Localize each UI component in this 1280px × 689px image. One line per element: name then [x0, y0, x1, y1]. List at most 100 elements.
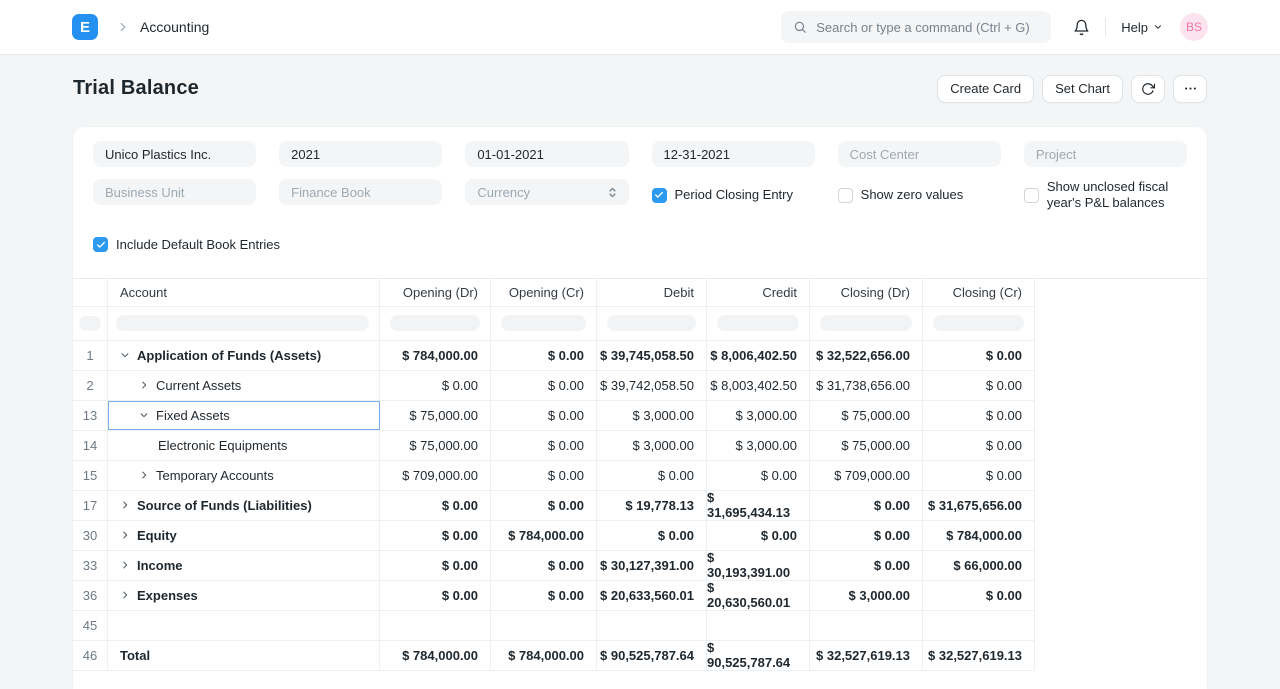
account-cell[interactable]: Total	[108, 641, 380, 670]
value-cell[interactable]: $ 0.00	[380, 371, 491, 400]
value-cell[interactable]: $ 90,525,787.64	[707, 641, 810, 670]
value-cell[interactable]: $ 0.00	[380, 581, 491, 610]
value-cell[interactable]: $ 3,000.00	[597, 401, 707, 430]
checkbox-box-icon[interactable]	[838, 188, 853, 203]
column-filter-input[interactable]	[933, 315, 1024, 331]
value-cell[interactable]: $ 31,675,656.00	[923, 491, 1035, 520]
column-filter-input[interactable]	[820, 315, 912, 331]
column-header-closing-dr-[interactable]: Closing (Dr)	[810, 279, 923, 306]
column-filter-input[interactable]	[607, 315, 696, 331]
column-filter-input[interactable]	[116, 315, 369, 331]
column-filter-input[interactable]	[501, 315, 586, 331]
value-cell[interactable]: $ 0.00	[707, 521, 810, 550]
account-cell[interactable]: Expenses	[108, 581, 380, 610]
value-cell[interactable]: $ 784,000.00	[491, 521, 597, 550]
column-filter-input[interactable]	[79, 316, 101, 331]
help-dropdown[interactable]: Help	[1121, 20, 1163, 35]
notifications-button[interactable]	[1073, 19, 1090, 36]
account-cell[interactable]: Temporary Accounts	[108, 461, 380, 490]
currency-filter-select[interactable]: Currency	[465, 179, 628, 205]
from-date-filter-input[interactable]: 01-01-2021	[465, 141, 628, 167]
value-cell[interactable]: $ 0.00	[923, 461, 1035, 490]
value-cell[interactable]: $ 0.00	[810, 491, 923, 520]
value-cell[interactable]: $ 32,527,619.13	[810, 641, 923, 670]
value-cell[interactable]: $ 19,778.13	[597, 491, 707, 520]
value-cell[interactable]: $ 30,193,391.00	[707, 551, 810, 580]
business-unit-filter-input[interactable]: Business Unit	[93, 179, 256, 205]
value-cell[interactable]: $ 8,006,402.50	[707, 341, 810, 370]
account-cell[interactable]: Application of Funds (Assets)	[108, 341, 380, 370]
value-cell[interactable]: $ 75,000.00	[380, 431, 491, 460]
column-header-opening-dr-[interactable]: Opening (Dr)	[380, 279, 491, 306]
value-cell[interactable]: $ 0.00	[810, 551, 923, 580]
chevron-right-icon[interactable]	[120, 560, 130, 570]
show-zero-values-checkbox[interactable]: Show zero values	[838, 179, 1001, 212]
value-cell[interactable]: $ 784,000.00	[923, 521, 1035, 550]
menu-button[interactable]	[1173, 75, 1207, 103]
value-cell[interactable]: $ 0.00	[810, 521, 923, 550]
to-date-filter-input[interactable]: 12-31-2021	[652, 141, 815, 167]
value-cell[interactable]: $ 75,000.00	[810, 401, 923, 430]
include-default-book-entries-checkbox[interactable]: Include Default Book Entries	[93, 237, 1187, 253]
fiscal-year-filter-input[interactable]: 2021	[279, 141, 442, 167]
column-header-account[interactable]: Account	[108, 279, 380, 306]
set-chart-button[interactable]: Set Chart	[1042, 75, 1123, 103]
value-cell[interactable]: $ 0.00	[923, 401, 1035, 430]
value-cell[interactable]: $ 784,000.00	[380, 341, 491, 370]
column-header-opening-cr-[interactable]: Opening (Cr)	[491, 279, 597, 306]
value-cell[interactable]	[707, 611, 810, 640]
value-cell[interactable]: $ 0.00	[491, 371, 597, 400]
value-cell[interactable]: $ 709,000.00	[380, 461, 491, 490]
value-cell[interactable]: $ 0.00	[923, 431, 1035, 460]
project-filter-input[interactable]: Project	[1024, 141, 1187, 167]
value-cell[interactable]: $ 3,000.00	[707, 431, 810, 460]
value-cell[interactable]: $ 0.00	[491, 551, 597, 580]
value-cell[interactable]: $ 39,742,058.50	[597, 371, 707, 400]
value-cell[interactable]: $ 0.00	[491, 401, 597, 430]
value-cell[interactable]: $ 0.00	[491, 491, 597, 520]
value-cell[interactable]: $ 0.00	[380, 491, 491, 520]
chevron-down-icon[interactable]	[120, 350, 130, 360]
value-cell[interactable]: $ 784,000.00	[491, 641, 597, 670]
chevron-right-icon[interactable]	[139, 380, 149, 390]
value-cell[interactable]: $ 66,000.00	[923, 551, 1035, 580]
account-cell[interactable]: Source of Funds (Liabilities)	[108, 491, 380, 520]
value-cell[interactable]	[491, 611, 597, 640]
refresh-button[interactable]	[1131, 75, 1165, 103]
value-cell[interactable]: $ 8,003,402.50	[707, 371, 810, 400]
value-cell[interactable]: $ 709,000.00	[810, 461, 923, 490]
value-cell[interactable]: $ 30,127,391.00	[597, 551, 707, 580]
chevron-right-icon[interactable]	[120, 590, 130, 600]
value-cell[interactable]: $ 0.00	[491, 461, 597, 490]
value-cell[interactable]: $ 90,525,787.64	[597, 641, 707, 670]
app-logo-icon[interactable]: E	[72, 14, 98, 40]
value-cell[interactable]: $ 75,000.00	[380, 401, 491, 430]
value-cell[interactable]: $ 0.00	[491, 581, 597, 610]
value-cell[interactable]: $ 20,630,560.01	[707, 581, 810, 610]
checkbox-box-icon[interactable]	[93, 237, 108, 252]
account-cell[interactable]: Equity	[108, 521, 380, 550]
chevron-down-icon[interactable]	[139, 410, 149, 420]
chevron-right-icon[interactable]	[120, 530, 130, 540]
value-cell[interactable]: $ 0.00	[923, 581, 1035, 610]
column-header-debit[interactable]: Debit	[597, 279, 707, 306]
value-cell[interactable]: $ 3,000.00	[707, 401, 810, 430]
breadcrumb-accounting-link[interactable]: Accounting	[140, 19, 209, 35]
value-cell[interactable]	[810, 611, 923, 640]
show-unclosed-pl-balances-checkbox[interactable]: Show unclosed fiscal year's P&L balances	[1024, 179, 1187, 212]
value-cell[interactable]: $ 32,527,619.13	[923, 641, 1035, 670]
chevron-right-icon[interactable]	[139, 470, 149, 480]
value-cell[interactable]: $ 3,000.00	[810, 581, 923, 610]
value-cell[interactable]: $ 31,695,434.13	[707, 491, 810, 520]
value-cell[interactable]	[923, 611, 1035, 640]
value-cell[interactable]	[597, 611, 707, 640]
column-header-closing-cr-[interactable]: Closing (Cr)	[923, 279, 1035, 306]
account-cell[interactable]: Current Assets	[108, 371, 380, 400]
value-cell[interactable]: $ 784,000.00	[380, 641, 491, 670]
period-closing-entry-checkbox[interactable]: Period Closing Entry	[652, 179, 815, 212]
value-cell[interactable]: $ 0.00	[491, 341, 597, 370]
value-cell[interactable]: $ 0.00	[491, 431, 597, 460]
cost-center-filter-input[interactable]: Cost Center	[838, 141, 1001, 167]
column-header-credit[interactable]: Credit	[707, 279, 810, 306]
value-cell[interactable]: $ 3,000.00	[597, 431, 707, 460]
